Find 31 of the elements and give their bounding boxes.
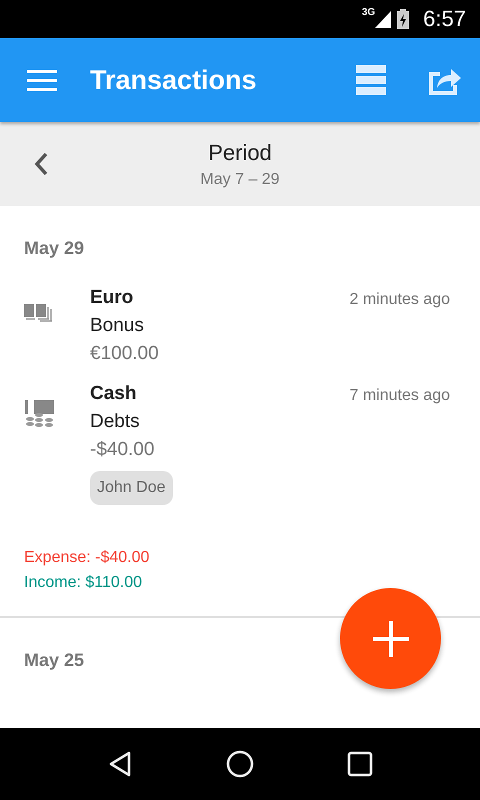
app-title: Transactions — [90, 64, 258, 96]
transaction-item[interactable]: Cash Debts -$40.00 John Doe 7 minutes ago — [0, 383, 480, 523]
period-range: May 7 – 29 — [200, 170, 280, 188]
day-header: May 29 — [24, 238, 84, 258]
category-name: Bonus — [90, 315, 144, 337]
back-icon[interactable] — [106, 750, 133, 778]
signal-icon — [375, 10, 392, 28]
account-name: Cash — [90, 383, 136, 405]
network-type: 3G — [362, 7, 376, 18]
time-ago: 2 minutes ago — [349, 290, 450, 310]
menu-icon[interactable] — [27, 69, 57, 91]
add-button[interactable] — [340, 588, 441, 689]
view-rows-icon[interactable] — [356, 65, 386, 95]
expense-total: Expense: -$40.00 — [24, 549, 150, 567]
day-header: May 25 — [24, 650, 84, 670]
income-total: Income: $110.00 — [24, 574, 144, 592]
clock-time: 6:57 — [423, 6, 466, 32]
person-tag: John Doe — [90, 471, 172, 505]
recents-icon[interactable] — [347, 751, 374, 777]
period-title: Period — [208, 140, 272, 166]
category-name: Debts — [90, 411, 140, 433]
battery-icon — [397, 9, 410, 29]
transaction-item[interactable]: Euro Bonus €100.00 2 minutes ago — [0, 287, 480, 383]
amount: €100.00 — [90, 343, 159, 365]
back-chevron-icon[interactable] — [34, 152, 48, 176]
time-ago: 7 minutes ago — [349, 386, 450, 406]
plus-icon — [372, 620, 408, 656]
amount: -$40.00 — [90, 439, 154, 461]
account-name: Euro — [90, 287, 134, 309]
home-icon[interactable] — [226, 750, 254, 778]
coins-icon — [24, 400, 56, 427]
